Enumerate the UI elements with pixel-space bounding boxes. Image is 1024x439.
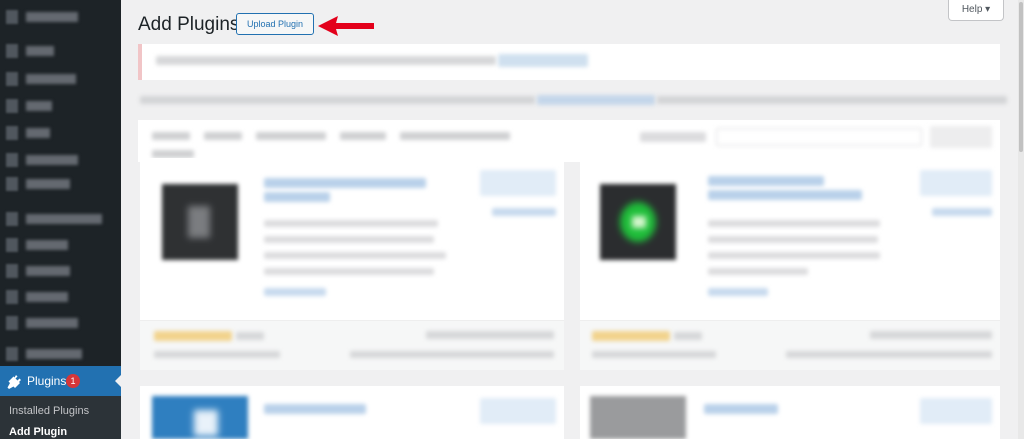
plugin-card: [140, 386, 564, 439]
plug-icon: [7, 375, 21, 389]
last-updated: [426, 331, 554, 339]
plugin-name[interactable]: [708, 176, 824, 186]
rating-stars: [154, 331, 232, 341]
sidebar-item-blurred[interactable]: [0, 234, 121, 256]
rating-stars: [592, 331, 670, 341]
plugin-description: [264, 220, 438, 227]
sidebar-item-blurred[interactable]: [0, 122, 121, 144]
submenu-add-plugin[interactable]: Add Plugin: [9, 426, 67, 438]
plugin-author[interactable]: [264, 288, 326, 296]
sidebar-item-blurred[interactable]: [0, 173, 121, 195]
sidebar-item-blurred[interactable]: [0, 68, 121, 90]
plugin-thumbnail[interactable]: [152, 396, 248, 439]
search-input[interactable]: [716, 128, 922, 146]
filter-tab[interactable]: [204, 132, 242, 140]
plugin-card-footer: [140, 320, 564, 370]
rating-count: [674, 332, 702, 340]
active-installs: [154, 351, 280, 358]
last-updated: [870, 331, 992, 339]
more-details-link[interactable]: [492, 208, 556, 216]
rating-count: [236, 332, 264, 340]
help-button[interactable]: Help ▾: [948, 0, 1004, 21]
blurred-description: [657, 96, 1007, 104]
active-installs: [592, 351, 716, 358]
compatibility: [350, 351, 554, 358]
search-type-select[interactable]: [640, 132, 706, 142]
plugins-submenu: Installed Plugins Add Plugin: [0, 396, 121, 439]
plugin-description: [708, 236, 878, 243]
filter-tab[interactable]: [400, 132, 510, 140]
search-button[interactable]: [930, 126, 992, 148]
admin-sidebar: Plugins 1 Installed Plugins Add Plugin: [0, 0, 122, 439]
sidebar-item-blurred[interactable]: [0, 260, 121, 282]
plugin-card: [580, 158, 1000, 370]
filter-tab[interactable]: [152, 132, 190, 140]
sidebar-item-blurred[interactable]: [0, 95, 121, 117]
plugin-name[interactable]: [264, 178, 426, 188]
update-count-badge: 1: [66, 374, 80, 388]
install-button[interactable]: [480, 398, 556, 424]
sidebar-item-blurred[interactable]: [0, 208, 121, 230]
blurred-description: [140, 96, 535, 104]
plugin-description: [708, 220, 880, 227]
install-button[interactable]: [920, 170, 992, 196]
plugin-author[interactable]: [708, 288, 768, 296]
filter-tab[interactable]: [340, 132, 386, 140]
page-scrollbar-thumb[interactable]: [1019, 2, 1023, 152]
sidebar-item-blurred[interactable]: [0, 40, 121, 62]
plugin-card-footer: [580, 320, 1000, 370]
install-button[interactable]: [920, 398, 992, 424]
plugin-name[interactable]: [264, 404, 366, 414]
plugin-thumbnail[interactable]: [600, 184, 676, 260]
sidebar-item-blurred[interactable]: [0, 149, 121, 171]
sidebar-item-blurred[interactable]: [0, 286, 121, 308]
plugin-name[interactable]: [704, 404, 778, 414]
plugin-description: [264, 252, 446, 259]
sidebar-item-plugins[interactable]: Plugins 1: [0, 366, 122, 396]
compatibility: [786, 351, 992, 358]
submenu-installed-plugins[interactable]: Installed Plugins: [9, 405, 89, 417]
page-title: Add Plugins: [138, 14, 240, 35]
plugin-name[interactable]: [264, 192, 330, 202]
notice-banner: [138, 44, 1000, 80]
plugin-card: [580, 386, 1000, 439]
plugin-thumbnail[interactable]: [590, 396, 686, 439]
sidebar-item-blurred[interactable]: [0, 312, 121, 334]
plugin-card: [140, 158, 564, 370]
sidebar-item-blurred[interactable]: [0, 6, 121, 28]
filter-tab[interactable]: [256, 132, 326, 140]
install-button[interactable]: [480, 170, 556, 196]
plugin-thumbnail[interactable]: [162, 184, 238, 260]
more-details-link[interactable]: [932, 208, 992, 216]
plugin-description: [264, 268, 434, 275]
plugin-filter-bar: [138, 120, 1000, 162]
red-arrow-annotation: [318, 16, 374, 36]
plugin-description: [708, 268, 808, 275]
sidebar-item-blurred[interactable]: [0, 343, 121, 365]
sidebar-item-label: Plugins: [27, 374, 67, 388]
upload-plugin-button[interactable]: Upload Plugin: [236, 13, 314, 35]
plugin-description: [708, 252, 880, 259]
plugin-description: [264, 236, 434, 243]
blurred-link: [537, 95, 655, 105]
filter-tab[interactable]: [152, 150, 194, 158]
plugin-name[interactable]: [708, 190, 862, 200]
